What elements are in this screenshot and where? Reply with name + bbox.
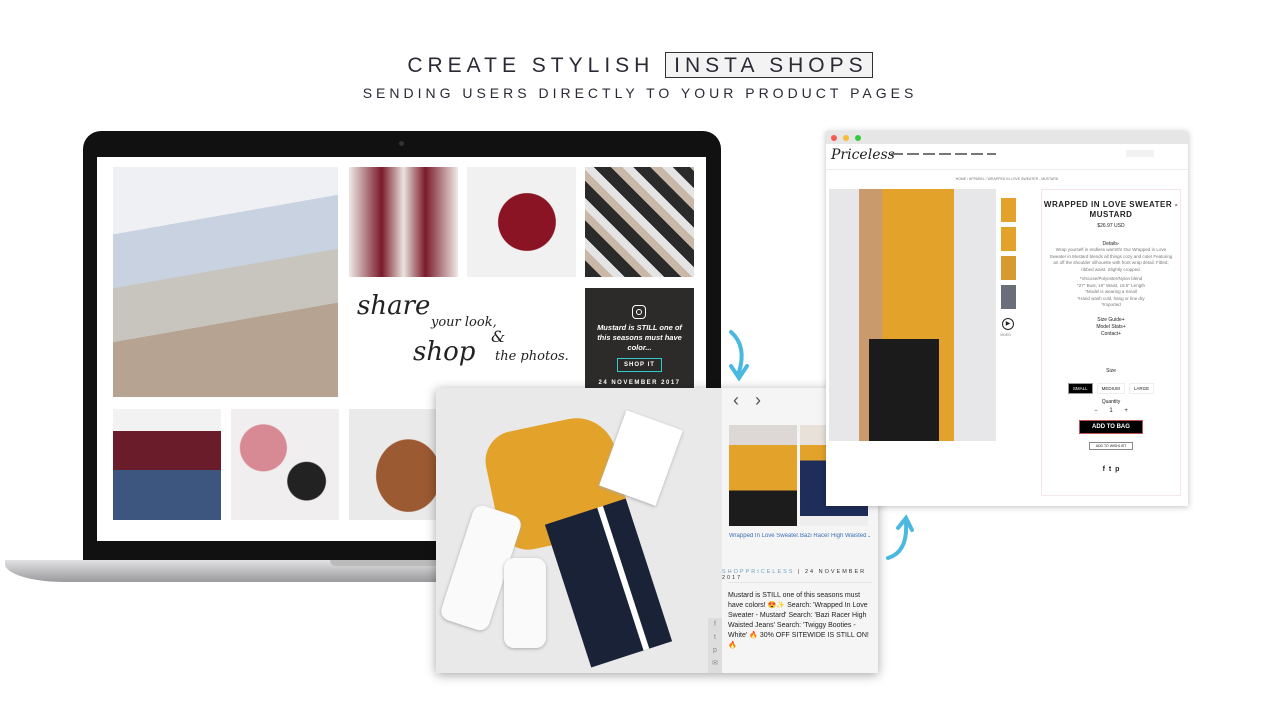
- facebook-icon[interactable]: f: [708, 618, 722, 631]
- featured-caption: Mustard is STILL one of this seasons mus…: [597, 323, 682, 352]
- store-nav-menu[interactable]: [891, 153, 996, 155]
- add-to-bag-button[interactable]: ADD TO BAG: [1079, 419, 1143, 434]
- photo-boots[interactable]: [585, 167, 694, 277]
- quantity-value[interactable]: 1: [1109, 408, 1112, 414]
- photo-velvet-dress[interactable]: [467, 167, 576, 277]
- size-guide-link[interactable]: Size Guide+: [1042, 317, 1180, 324]
- product-title: WRAPPED IN LOVE SWEATER - MUSTARD: [1043, 200, 1179, 219]
- instagram-icon: [632, 305, 646, 319]
- product-link[interactable]: Wrapped In Love Sweater...: [729, 533, 799, 539]
- subheadline: SENDING USERS DIRECTLY TO YOUR PRODUCT P…: [362, 85, 918, 101]
- product-thumb-sweater[interactable]: [729, 425, 797, 526]
- increase-button[interactable]: +: [1124, 408, 1128, 414]
- post-caption: Mustard is STILL one of this seasons mus…: [728, 592, 869, 649]
- headline-lead: CREATE STYLISH: [407, 54, 655, 77]
- facebook-icon[interactable]: f: [1103, 466, 1105, 473]
- headline-highlight: INSTA SHOPS: [665, 52, 873, 78]
- shop-it-button[interactable]: SHOP IT: [617, 358, 662, 372]
- size-label: Size: [1106, 367, 1116, 374]
- product-thumbnail[interactable]: [1001, 285, 1016, 309]
- close-window-button[interactable]: [831, 135, 837, 141]
- quantity-stepper[interactable]: − 1 +: [1042, 408, 1180, 414]
- browser-titlebar: [826, 131, 1188, 144]
- size-option-small[interactable]: SMALL: [1067, 382, 1093, 394]
- size-option-large[interactable]: LARGE: [1128, 382, 1155, 394]
- twitter-icon[interactable]: t: [1109, 466, 1111, 473]
- product-details: WRAPPED IN LOVE SWEATER - MUSTARD $26.97…: [1041, 189, 1181, 496]
- email-icon[interactable]: ✉: [708, 657, 722, 670]
- photo-burgundy-tops[interactable]: [113, 409, 221, 520]
- product-thumbnail[interactable]: [1001, 256, 1016, 280]
- product-main-image[interactable]: [829, 189, 996, 441]
- product-price: $26.97 USD: [1097, 223, 1125, 229]
- add-to-wishlist-button[interactable]: ADD TO WISHLIST: [1088, 441, 1134, 450]
- prev-arrow-icon[interactable]: ‹: [733, 390, 739, 411]
- featured-post-tile[interactable]: Mustard is STILL one of this seasons mus…: [585, 288, 694, 388]
- laptop-notch: [330, 560, 440, 566]
- photo-flatlay-pink[interactable]: [231, 409, 339, 520]
- photo-burgundy-outfits[interactable]: [349, 167, 458, 277]
- camera: [399, 141, 404, 146]
- photo-sweaters[interactable]: [113, 167, 338, 397]
- product-link[interactable]: Bazi Racer High Waisted J...: [800, 533, 870, 539]
- store-logo[interactable]: Priceless: [831, 147, 895, 163]
- share-your-look-text: share your look, & shop the photos.: [357, 291, 569, 367]
- arrow-down-icon: [729, 330, 749, 382]
- shop-popup: f t p ✉ ‹ › × Wrapped In Love Sweater...…: [436, 388, 878, 673]
- headline: CREATE STYLISH INSTA SHOPS: [0, 52, 1280, 78]
- product-thumbnail[interactable]: [1001, 227, 1016, 251]
- minimize-window-button[interactable]: [843, 135, 849, 141]
- next-arrow-icon[interactable]: ›: [755, 390, 761, 411]
- decrease-button[interactable]: −: [1094, 408, 1098, 414]
- arrow-up-icon: [886, 514, 914, 560]
- breadcrumb: HOME / APPAREL / WRAPPED IN LOVE SWEATER…: [955, 177, 1059, 181]
- twitter-icon[interactable]: t: [708, 631, 722, 644]
- post-meta: SHOPPRICELESS | 24 NOVEMBER 2017: [722, 569, 867, 581]
- store-browser-window: Priceless HOME / APPAREL / WRAPPED IN LO…: [826, 131, 1188, 506]
- play-video-icon[interactable]: ▶: [1002, 318, 1014, 330]
- featured-date: 24 NOVEMBER 2017: [598, 380, 681, 386]
- pinterest-icon[interactable]: p: [708, 644, 722, 657]
- quantity-label: Quantity: [1101, 398, 1121, 405]
- share-bar: f t p ✉: [708, 618, 722, 673]
- model-stats-link[interactable]: Model Stats+: [1042, 324, 1180, 331]
- maximize-window-button[interactable]: [855, 135, 861, 141]
- product-description: Wrap yourself in endless warmth! Our Wra…: [1049, 247, 1173, 272]
- popup-photo: f t p ✉: [436, 388, 722, 673]
- product-thumbnail[interactable]: [1001, 198, 1016, 222]
- pinterest-icon[interactable]: p: [1115, 466, 1119, 473]
- contact-link[interactable]: Contact+: [1042, 331, 1180, 338]
- store-search-input[interactable]: [1126, 150, 1154, 157]
- product-specs: *Viscose/Polyester/Nylon blend *27" Bust,…: [1077, 276, 1145, 307]
- video-label: VIDEO: [1000, 333, 1011, 337]
- size-option-medium[interactable]: MEDIUM: [1096, 382, 1125, 394]
